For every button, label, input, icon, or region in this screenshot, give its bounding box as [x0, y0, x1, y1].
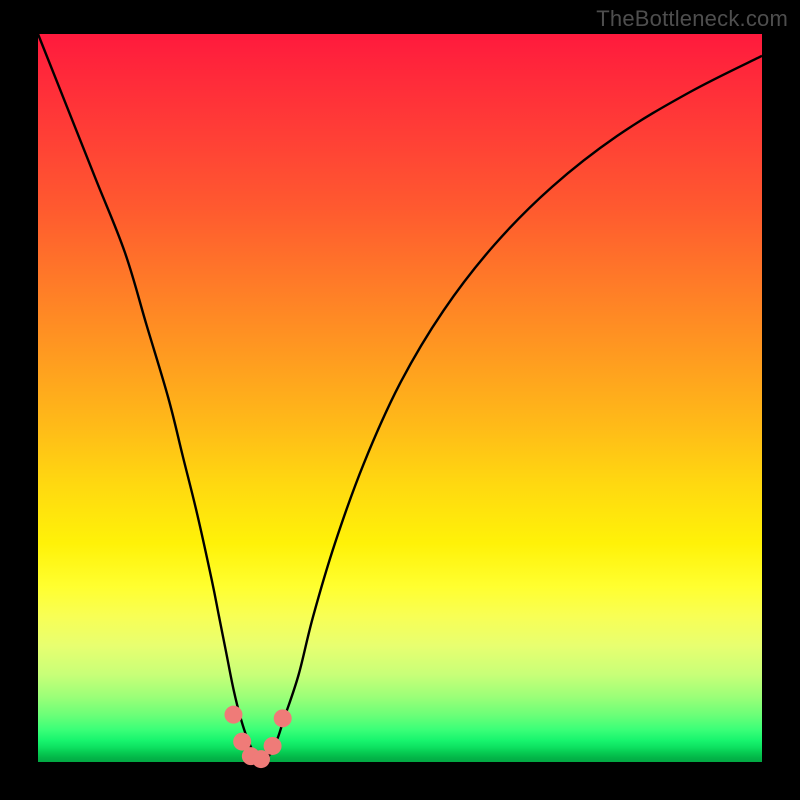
bottleneck-curve	[38, 34, 762, 762]
watermark-text: TheBottleneck.com	[596, 6, 788, 32]
curve-marker	[264, 737, 282, 755]
curve-marker	[274, 709, 292, 727]
chart-frame: TheBottleneck.com	[0, 0, 800, 800]
curve-svg	[38, 34, 762, 762]
curve-markers	[224, 706, 291, 768]
plot-area	[38, 34, 762, 762]
curve-marker	[224, 706, 242, 724]
